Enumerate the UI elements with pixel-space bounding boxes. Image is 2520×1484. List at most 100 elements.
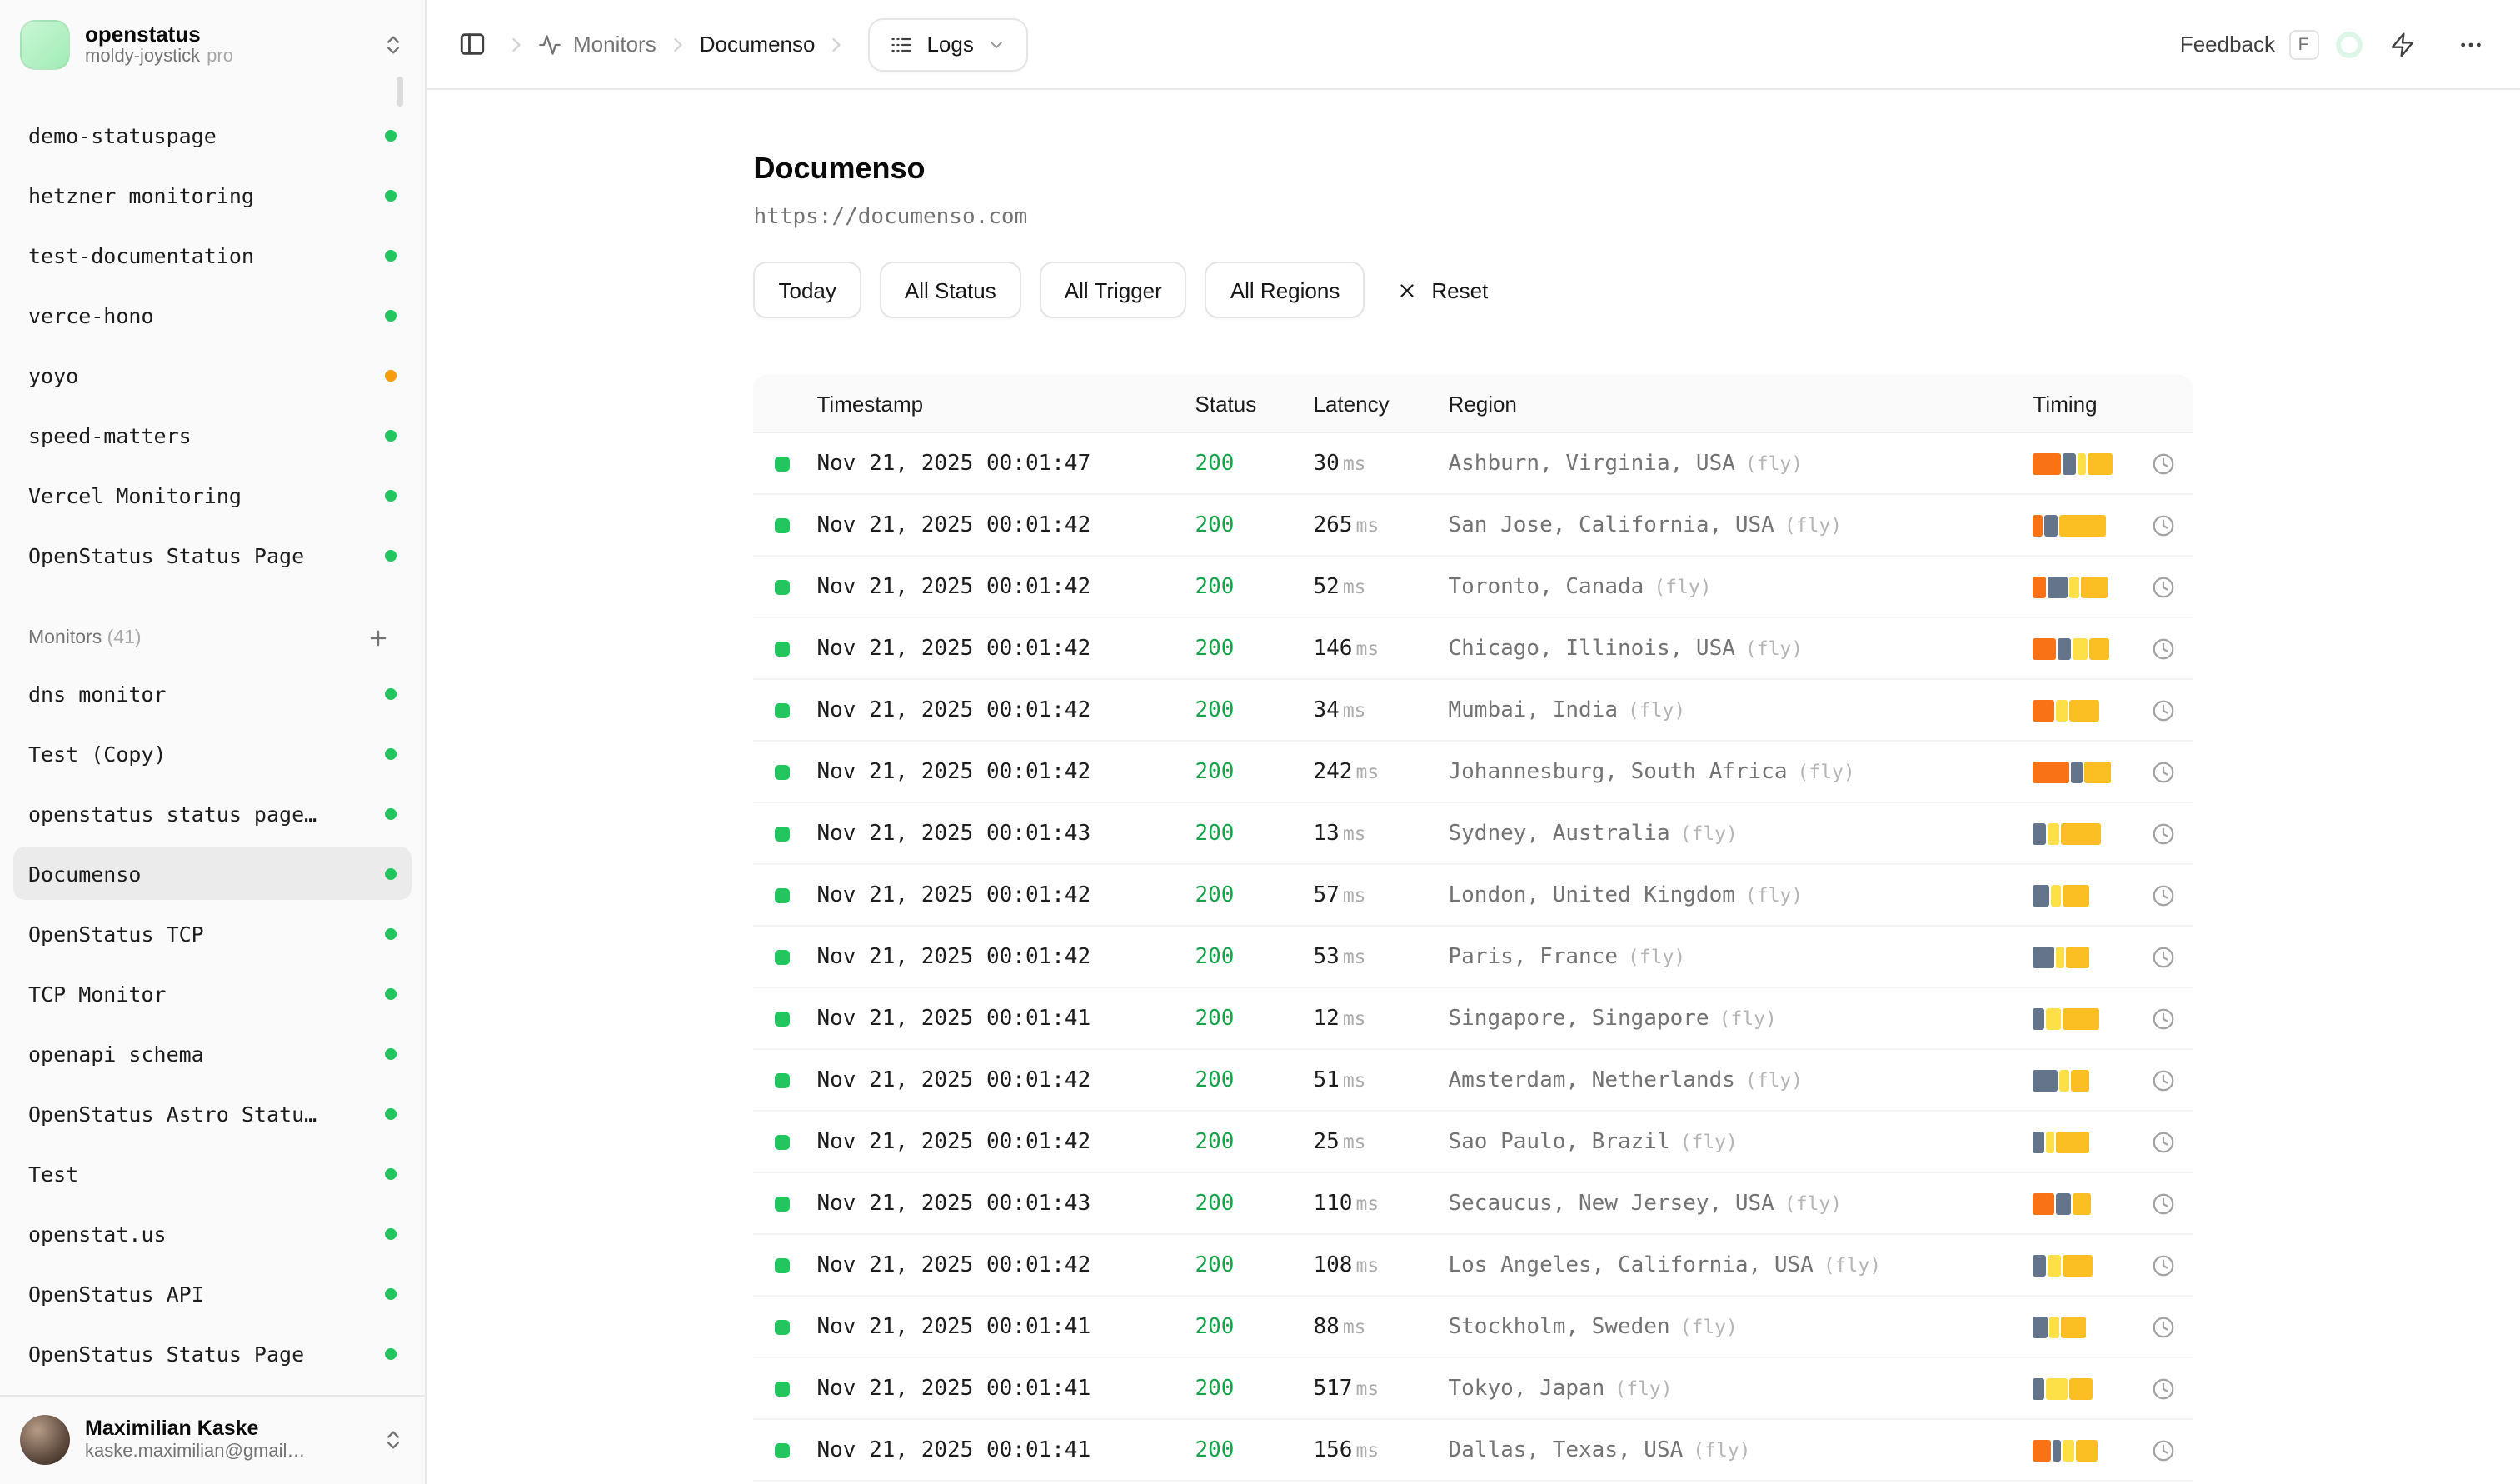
sidebar-item-test[interactable]: Test (13, 1147, 412, 1200)
timing-details-button[interactable] (2152, 636, 2177, 661)
timing-details-button[interactable] (2152, 882, 2177, 907)
timing-segment-connect (2053, 1439, 2062, 1461)
table-row[interactable]: Nov 21, 2025 00:01:4220051msAmsterdam, N… (754, 1050, 2193, 1112)
filter-trigger-button[interactable]: All Trigger (1040, 262, 1187, 318)
timing-segment-tls (2052, 884, 2062, 906)
timing-details-button[interactable] (2152, 944, 2177, 969)
filter-regions-button[interactable]: All Regions (1205, 262, 1365, 318)
sidebar-item-hetzner-monitoring[interactable]: hetzner monitoring (13, 168, 412, 222)
filter-status-button[interactable]: All Status (880, 262, 1021, 318)
user-menu[interactable]: Maximilian Kaske kaske.maximilian@gmail… (0, 1394, 425, 1484)
sidebar-item-openstatus-tcp[interactable]: OpenStatus TCP (13, 907, 412, 960)
table-row[interactable]: Nov 21, 2025 00:01:4220025msSao Paulo, B… (754, 1112, 2193, 1173)
sidebar-item-dns-monitor[interactable]: dns monitor (13, 667, 412, 720)
sidebar-item-openstatus-status-page[interactable]: OpenStatus Status Page (13, 1327, 412, 1380)
status-square (776, 887, 791, 902)
timing-bar (2033, 637, 2110, 659)
sidebar-item-demo-statuspage[interactable]: demo-statuspage (13, 108, 412, 162)
table-row[interactable]: Nov 21, 2025 00:01:42200265msSan Jose, C… (754, 495, 2193, 557)
system-status-indicator[interactable] (2340, 36, 2357, 52)
timing-details-button[interactable] (2152, 512, 2177, 537)
sidebar-toggle-button[interactable] (448, 21, 495, 67)
log-status-code: 200 (1195, 944, 1314, 969)
timing-details-button[interactable] (2152, 574, 2177, 599)
timing-segment-dns (2033, 637, 2057, 659)
timing-details-button[interactable] (2152, 1067, 2177, 1092)
add-monitor-button[interactable] (360, 620, 397, 657)
sidebar-item-openstatus-api[interactable]: OpenStatus API (13, 1267, 412, 1320)
sidebar-item-vercel-monitoring[interactable]: Vercel Monitoring (13, 468, 412, 522)
breadcrumb-monitor-name[interactable]: Documenso (700, 32, 816, 57)
timing-details-button[interactable] (2152, 759, 2177, 784)
reset-filters-button[interactable]: Reset (1383, 262, 1501, 318)
sidebar-item-documenso[interactable]: Documenso (13, 847, 412, 900)
timing-details-button[interactable] (2152, 821, 2177, 846)
table-row[interactable]: Nov 21, 2025 00:01:4120088msStockholm, S… (754, 1297, 2193, 1358)
view-selector-logs[interactable]: Logs (868, 17, 1028, 71)
table-row[interactable]: Nov 21, 2025 00:01:4220052msToronto, Can… (754, 557, 2193, 618)
log-timestamp: Nov 21, 2025 00:01:42 (817, 944, 1195, 969)
table-row[interactable]: Nov 21, 2025 00:01:4220057msLondon, Unit… (754, 865, 2193, 927)
table-row[interactable]: Nov 21, 2025 00:01:42200242msJohannesbur… (754, 742, 2193, 803)
sidebar-item-tcp-monitor[interactable]: TCP Monitor (13, 967, 412, 1020)
timing-details-button[interactable] (2152, 1129, 2177, 1154)
timing-details-button[interactable] (2152, 1006, 2177, 1031)
timing-segment-ttfb (2063, 1007, 2100, 1029)
table-row[interactable]: Nov 21, 2025 00:01:4120012msSingapore, S… (754, 988, 2193, 1050)
filter-date-button[interactable]: Today (754, 262, 861, 318)
timing-details-button[interactable] (2152, 1437, 2177, 1462)
timing-segment-tls (2047, 1007, 2062, 1029)
table-row[interactable]: Nov 21, 2025 00:01:43200110msSecaucus, N… (754, 1173, 2193, 1235)
sidebar-item-verce-hono[interactable]: verce-hono (13, 288, 412, 342)
status-square (776, 1319, 791, 1334)
sidebar-item-test-documentation[interactable]: test-documentation (13, 228, 412, 282)
status-dot (385, 369, 397, 381)
table-row[interactable]: Nov 21, 2025 00:01:4220053msParis, Franc… (754, 927, 2193, 988)
sidebar-item-openstat-us[interactable]: openstat.us (13, 1207, 412, 1260)
table-row[interactable]: Nov 21, 2025 00:01:41200517msTokyo, Japa… (754, 1358, 2193, 1420)
feedback-button[interactable]: Feedback F (2180, 29, 2318, 59)
status-dot (385, 429, 397, 441)
timing-segment-ttfb (2088, 452, 2113, 474)
table-row[interactable]: Nov 21, 2025 00:01:42200108msLos Angeles… (754, 1235, 2193, 1297)
timing-details-button[interactable] (2152, 1314, 2177, 1339)
sidebar-item-speed-matters[interactable]: speed-matters (13, 408, 412, 462)
log-timing-cell (2033, 512, 2193, 537)
status-dot (385, 1227, 397, 1239)
timing-details-button[interactable] (2152, 697, 2177, 722)
sidebar-item-openapi-schema[interactable]: openapi schema (13, 1027, 412, 1080)
table-row[interactable]: Nov 21, 2025 00:01:4720030msAshburn, Vir… (754, 433, 2193, 495)
table-row[interactable]: Nov 21, 2025 00:01:4320013msSydney, Aust… (754, 803, 2193, 865)
status-dot (385, 129, 397, 141)
timing-segment-connect (2033, 946, 2055, 967)
log-timestamp: Nov 21, 2025 00:01:41 (817, 1376, 1195, 1401)
table-row[interactable]: Nov 21, 2025 00:01:4220034msMumbai, Indi… (754, 680, 2193, 742)
breadcrumb-monitors[interactable]: Monitors (538, 32, 656, 57)
row-indicator-cell (754, 887, 817, 902)
table-row[interactable]: Nov 21, 2025 00:01:42200146msChicago, Il… (754, 618, 2193, 680)
timing-details-button[interactable] (2152, 1376, 2177, 1401)
timing-details-button[interactable] (2152, 1191, 2177, 1216)
sidebar-item-openstatus-status-page[interactable]: openstatus status page… (13, 787, 412, 840)
command-menu-button[interactable] (2378, 21, 2425, 67)
sidebar-item-label: speed-matters (28, 422, 192, 447)
sidebar-scrollbar[interactable] (397, 77, 403, 107)
monitors-section-header: Monitors (41) (13, 618, 412, 658)
timing-segment-ttfb (2057, 1131, 2090, 1152)
sidebar-item-yoyo[interactable]: yoyo (13, 348, 412, 402)
log-timing-cell (2033, 574, 2193, 599)
status-dot (385, 927, 397, 939)
chevron-right-icon (505, 32, 528, 56)
sidebar-item-openstatus-status-page[interactable]: OpenStatus Status Page (13, 528, 412, 582)
sidebar-item-openstatus-astro-statu[interactable]: OpenStatus Astro Statu… (13, 1087, 412, 1140)
workspace-name: openstatus (85, 22, 367, 47)
sidebar-item-label: Test (Copy) (28, 741, 167, 766)
more-options-button[interactable] (2447, 21, 2493, 67)
sidebar-item-test-copy[interactable]: Test (Copy) (13, 727, 412, 780)
timing-details-button[interactable] (2152, 451, 2177, 476)
log-status-code: 200 (1195, 574, 1314, 599)
table-row[interactable]: Nov 21, 2025 00:01:41200156msDallas, Tex… (754, 1420, 2193, 1482)
timing-details-button[interactable] (2152, 1252, 2177, 1277)
latency-value: 146 (1314, 636, 1353, 661)
workspace-selector[interactable]: openstatus moldy-joystick pro (0, 0, 425, 90)
